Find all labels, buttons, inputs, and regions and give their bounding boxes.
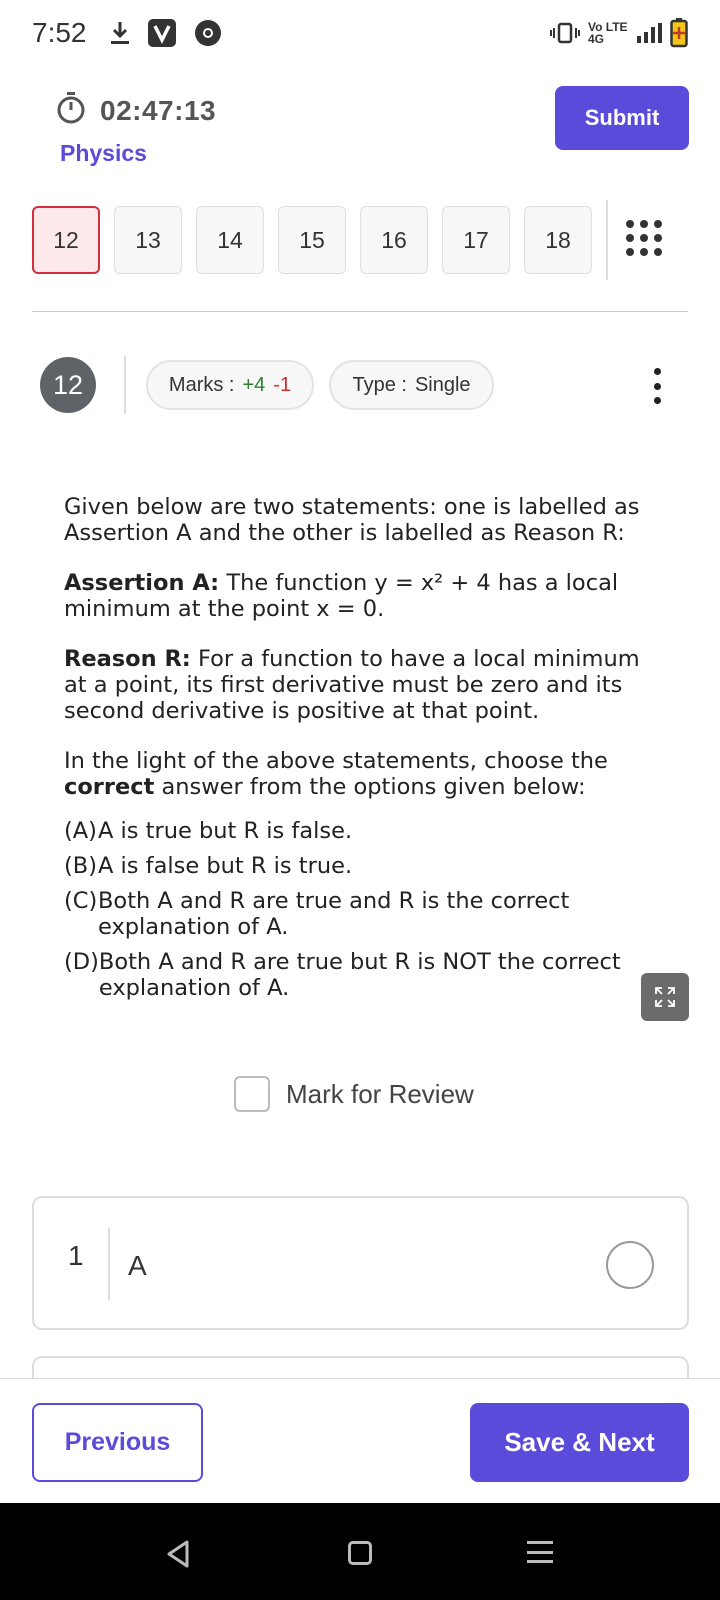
- vibrate-icon: [550, 22, 580, 44]
- assertion-statement: Assertion A: The function y = x² + 4 has…: [64, 570, 664, 622]
- marks-negative: -1: [273, 373, 292, 396]
- status-time: 7:52: [32, 17, 87, 48]
- chrome-icon: [193, 18, 223, 48]
- home-icon[interactable]: [348, 1541, 372, 1565]
- answer-divider: [108, 1228, 110, 1300]
- signal-icon: [636, 22, 662, 44]
- review-label: Mark for Review: [286, 1078, 474, 1109]
- question-intro: Given below are two statements: one is l…: [64, 494, 640, 546]
- question-nav-item-12[interactable]: 12: [32, 206, 100, 274]
- timer-text: 02:47:13: [100, 94, 217, 126]
- question-nav-item-18[interactable]: 18: [524, 206, 592, 274]
- back-icon[interactable]: [165, 1539, 191, 1574]
- download-icon: [109, 20, 131, 46]
- marks-positive: +4: [242, 373, 266, 396]
- submit-button[interactable]: Submit: [555, 86, 689, 150]
- question-number-badge: 12: [40, 357, 96, 413]
- assertion-label: Assertion A:: [64, 570, 220, 596]
- v-app-icon: [147, 18, 177, 48]
- answer-radio[interactable]: [606, 1241, 654, 1289]
- review-checkbox[interactable]: [234, 1076, 270, 1112]
- question-body: Given below are two statements: one is l…: [64, 494, 664, 1010]
- question-prompt: In the light of the above statements, ch…: [64, 748, 608, 800]
- marks-pill: Marks : +4 -1: [146, 360, 314, 410]
- recents-icon[interactable]: [527, 1541, 553, 1563]
- system-nav-bar: [0, 1503, 720, 1600]
- reason-label: Reason R:: [64, 646, 191, 672]
- question-nav-item-16[interactable]: 16: [360, 206, 428, 274]
- status-bar: 7:52 Vo LTE 4G: [0, 0, 720, 66]
- answer-option-number: 1: [68, 1240, 84, 1271]
- timer: 02:47:13: [56, 92, 216, 129]
- question-grid-icon[interactable]: [626, 220, 670, 260]
- save-next-button[interactable]: Save & Next: [470, 1403, 689, 1482]
- expand-icon[interactable]: [641, 973, 689, 1021]
- meta-divider: [124, 356, 126, 414]
- question-nav-item-17[interactable]: 17: [442, 206, 510, 274]
- question-navigator: 12 13 14 15 16 17 18: [32, 206, 592, 274]
- question-nav-item-14[interactable]: 14: [196, 206, 264, 274]
- subject-label: Physics: [60, 140, 147, 166]
- previous-button[interactable]: Previous: [32, 1403, 203, 1482]
- type-pill: Type : Single: [329, 360, 494, 410]
- more-options-icon[interactable]: [652, 368, 662, 404]
- reason-statement: Reason R: For a function to have a local…: [64, 646, 664, 724]
- statement-option-d: (D) Both A and R are true but R is NOT th…: [64, 949, 621, 1001]
- question-nav-item-13[interactable]: 13: [114, 206, 182, 274]
- marks-label: Marks :: [168, 373, 235, 396]
- network-label: Vo LTE 4G: [588, 20, 628, 46]
- answer-option-text: A: [128, 1250, 147, 1281]
- statement-option-a: (A) A is true but R is false.: [64, 818, 353, 844]
- statement-option-b: (B) A is false but R is true.: [64, 853, 353, 879]
- divider: [32, 311, 688, 312]
- mark-for-review[interactable]: Mark for Review: [234, 1076, 474, 1112]
- type-label: Type :: [352, 373, 407, 396]
- question-nav-item-15[interactable]: 15: [278, 206, 346, 274]
- battery-icon: [670, 18, 688, 48]
- nav-divider: [606, 200, 608, 280]
- stopwatch-icon: [56, 92, 86, 129]
- type-value: Single: [414, 373, 471, 396]
- answer-option[interactable]: 1 A: [32, 1196, 689, 1330]
- statement-option-c: (C) Both A and R are true and R is the co…: [64, 888, 570, 940]
- action-bar: Previous Save & Next: [0, 1378, 720, 1503]
